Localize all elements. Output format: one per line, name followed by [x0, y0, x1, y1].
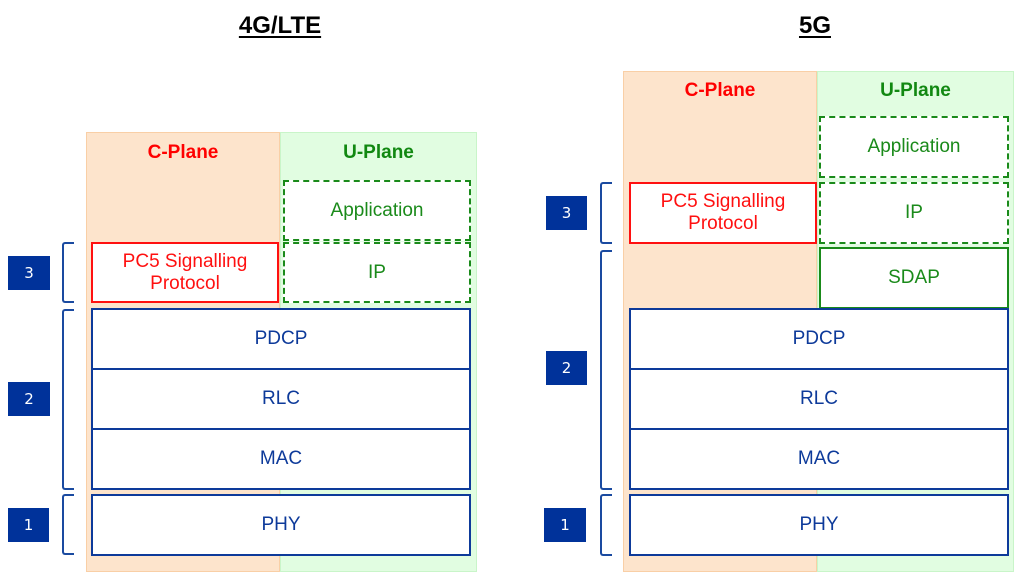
pc5-signalling-protocol-layer: PC5 Signalling Protocol [629, 182, 817, 244]
u-plane-header: U-Plane [880, 80, 951, 101]
rlc-layer: RLC [629, 368, 1009, 430]
layer-1-bracket [62, 494, 74, 555]
pdcp-layer: PDCP [629, 308, 1009, 370]
application-layer: Application [819, 116, 1009, 178]
pc5-signalling-protocol-layer: PC5 Signalling Protocol [91, 242, 279, 303]
layer-3-bracket [62, 242, 74, 303]
layer-3-badge: 3 [546, 196, 587, 230]
phy-layer: PHY [91, 494, 471, 556]
application-layer: Application [283, 180, 471, 241]
layer-2-badge: 2 [546, 351, 587, 385]
title-4g-lte: 4G/LTE [238, 12, 322, 39]
layer-3-badge: 3 [8, 256, 50, 290]
rlc-layer: RLC [91, 368, 471, 430]
layer-1-badge: 1 [8, 508, 49, 542]
layer-2-bracket [62, 309, 74, 490]
layer-2-bracket [600, 250, 612, 490]
layer-1-badge: 1 [544, 508, 586, 542]
phy-layer: PHY [629, 494, 1009, 556]
pdcp-layer: PDCP [91, 308, 471, 370]
layer-1-bracket [600, 494, 612, 556]
layer-2-badge: 2 [8, 382, 50, 416]
mac-layer: MAC [629, 428, 1009, 490]
sdap-layer: SDAP [819, 247, 1009, 309]
c-plane-header: C-Plane [147, 142, 219, 163]
layer-3-bracket [600, 182, 612, 244]
u-plane-header: U-Plane [343, 142, 414, 163]
ip-layer: IP [819, 182, 1009, 244]
mac-layer: MAC [91, 428, 471, 490]
title-5g: 5G [798, 12, 831, 39]
c-plane-header: C-Plane [684, 80, 756, 101]
ip-layer: IP [283, 242, 471, 303]
